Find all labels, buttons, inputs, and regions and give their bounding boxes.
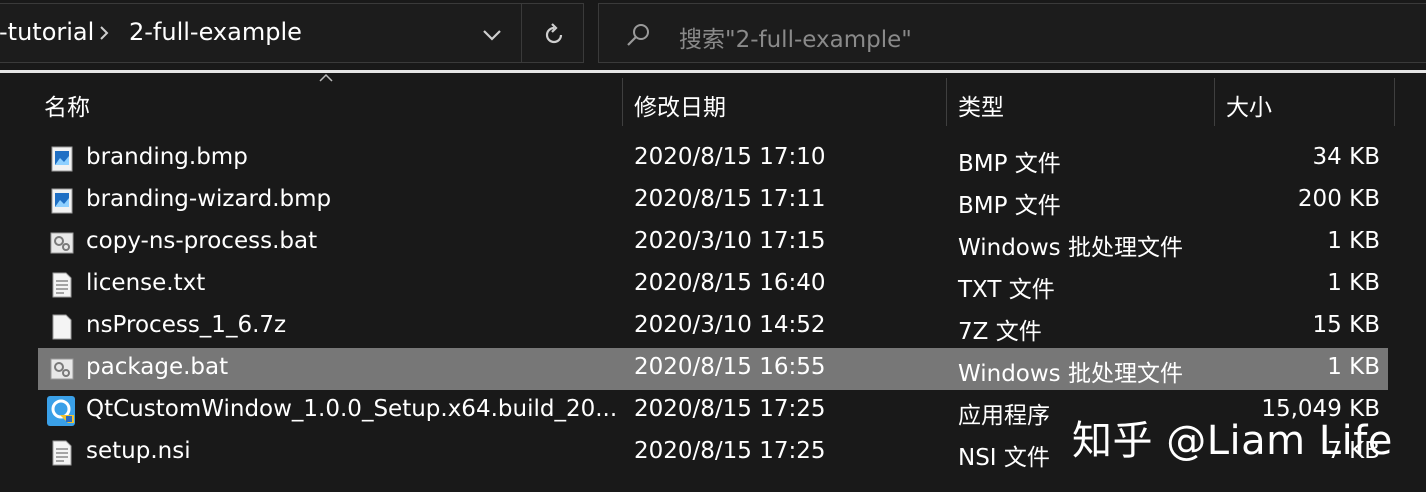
file-type: TXT 文件: [958, 277, 1055, 303]
file-size: 34 KB: [1312, 144, 1380, 170]
address-bar[interactable]: -tutorial 2-full-example: [0, 3, 584, 63]
search-icon: [627, 24, 649, 46]
column-divider[interactable]: [946, 78, 947, 126]
file-date: 2020/8/15 17:10: [634, 144, 826, 170]
column-header-date[interactable]: 修改日期: [634, 88, 726, 122]
file-type: Windows 批处理文件: [958, 361, 1183, 387]
column-header-size[interactable]: 大小: [1226, 88, 1272, 122]
file-date: 2020/8/15 17:25: [634, 396, 826, 422]
watermark: 知乎 @Liam Life: [1072, 418, 1393, 464]
column-divider[interactable]: [1394, 78, 1395, 126]
column-header-type[interactable]: 类型: [958, 88, 1004, 122]
chevron-down-icon[interactable]: [477, 20, 507, 50]
image-file-icon: [51, 188, 73, 214]
refresh-icon[interactable]: [539, 20, 569, 50]
divider: [0, 70, 1426, 73]
installer-shield-icon: [47, 396, 75, 426]
file-name: copy-ns-process.bat: [86, 228, 318, 254]
blank-file-icon: [52, 314, 72, 340]
file-row[interactable]: license.txt 2020/8/15 16:40 TXT 文件 1 KB: [0, 264, 1426, 306]
batch-file-icon: [50, 232, 74, 254]
file-date: 2020/3/10 17:15: [634, 228, 826, 254]
text-file-icon: [52, 272, 72, 298]
file-name: QtCustomWindow_1.0.0_Setup.x64.build_20.…: [86, 396, 618, 422]
file-name: setup.nsi: [86, 438, 191, 464]
file-row-selected[interactable]: package.bat 2020/8/15 16:55 Windows 批处理文…: [0, 348, 1426, 390]
file-name: branding-wizard.bmp: [86, 186, 332, 212]
file-name: nsProcess_1_6.7z: [86, 312, 287, 338]
file-size: 1 KB: [1327, 354, 1380, 380]
file-date: 2020/8/15 16:40: [634, 270, 826, 296]
file-type: BMP 文件: [958, 151, 1061, 177]
file-date: 2020/8/15 16:55: [634, 354, 826, 380]
file-size: 15 KB: [1312, 312, 1380, 338]
text-file-icon: [52, 440, 72, 466]
column-header-name[interactable]: 名称: [44, 88, 90, 122]
breadcrumb-parent[interactable]: -tutorial: [0, 18, 94, 46]
file-name: package.bat: [86, 354, 229, 380]
file-name: branding.bmp: [86, 144, 248, 170]
file-type: Windows 批处理文件: [958, 235, 1183, 261]
file-row[interactable]: copy-ns-process.bat 2020/3/10 17:15 Wind…: [0, 222, 1426, 264]
file-type: 应用程序: [958, 403, 1050, 429]
file-date: 2020/8/15 17:25: [634, 438, 826, 464]
search-input[interactable]: 搜索"2-full-example": [679, 20, 912, 54]
file-type: 7Z 文件: [958, 319, 1042, 345]
file-type: BMP 文件: [958, 193, 1061, 219]
file-date: 2020/3/10 14:52: [634, 312, 826, 338]
file-size: 1 KB: [1327, 228, 1380, 254]
column-divider[interactable]: [622, 78, 623, 126]
file-row[interactable]: nsProcess_1_6.7z 2020/3/10 14:52 7Z 文件 1…: [0, 306, 1426, 348]
column-divider[interactable]: [1214, 78, 1215, 126]
column-header-row: 名称 修改日期 类型 大小: [0, 78, 1426, 126]
file-date: 2020/8/15 17:11: [634, 186, 826, 212]
file-name: license.txt: [86, 270, 206, 296]
file-row[interactable]: branding.bmp 2020/8/15 17:10 BMP 文件 34 K…: [0, 138, 1426, 180]
chevron-right-icon[interactable]: [95, 23, 113, 43]
search-box[interactable]: 搜索"2-full-example": [598, 3, 1426, 63]
file-type: NSI 文件: [958, 445, 1050, 471]
file-size: 1 KB: [1327, 270, 1380, 296]
file-size: 200 KB: [1297, 186, 1380, 212]
batch-file-icon: [50, 358, 74, 380]
file-row[interactable]: branding-wizard.bmp 2020/8/15 17:11 BMP …: [0, 180, 1426, 222]
breadcrumb-current[interactable]: 2-full-example: [129, 18, 302, 46]
image-file-icon: [51, 146, 73, 172]
